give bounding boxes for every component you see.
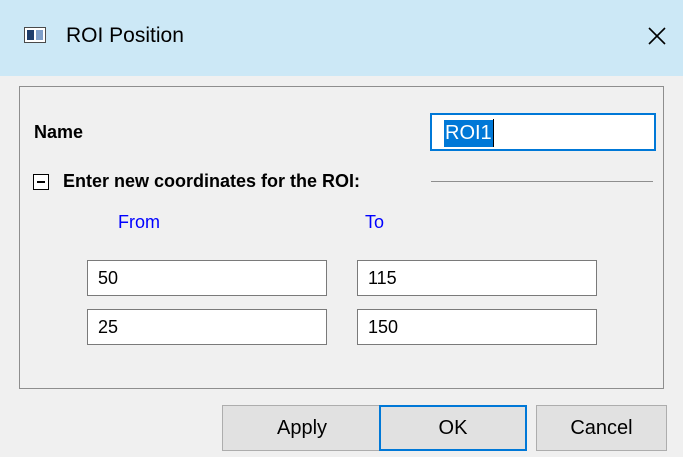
to-column-header: To [365, 212, 385, 232]
name-label: Name [34, 122, 84, 142]
window-title: ROI Position [66, 24, 184, 47]
from-y-field[interactable]: 25 [87, 309, 327, 345]
ok-button[interactable]: OK [379, 405, 527, 451]
name-input-selected-text: ROI1 [444, 120, 493, 147]
name-input[interactable]: ROI1 [430, 113, 656, 151]
to-y-field[interactable]: 150 [357, 309, 597, 345]
from-x-field[interactable]: 50 [87, 260, 327, 296]
from-column-header: From [118, 212, 160, 232]
text-caret [493, 119, 494, 147]
cancel-button[interactable]: Cancel [536, 405, 667, 451]
coordinates-group-label: Enter new coordinates for the ROI: [63, 171, 361, 191]
to-x-field[interactable]: 115 [357, 260, 597, 296]
roi-position-dialog: ROI Position Name ROI1 Enter new coordin… [0, 0, 683, 457]
close-icon [648, 27, 666, 45]
app-window-icon [24, 27, 46, 43]
apply-button[interactable]: Apply [222, 405, 382, 451]
collapse-toggle-icon[interactable] [33, 174, 49, 190]
group-divider [431, 181, 653, 182]
close-button[interactable] [639, 18, 675, 54]
title-bar[interactable]: ROI Position [0, 0, 683, 76]
